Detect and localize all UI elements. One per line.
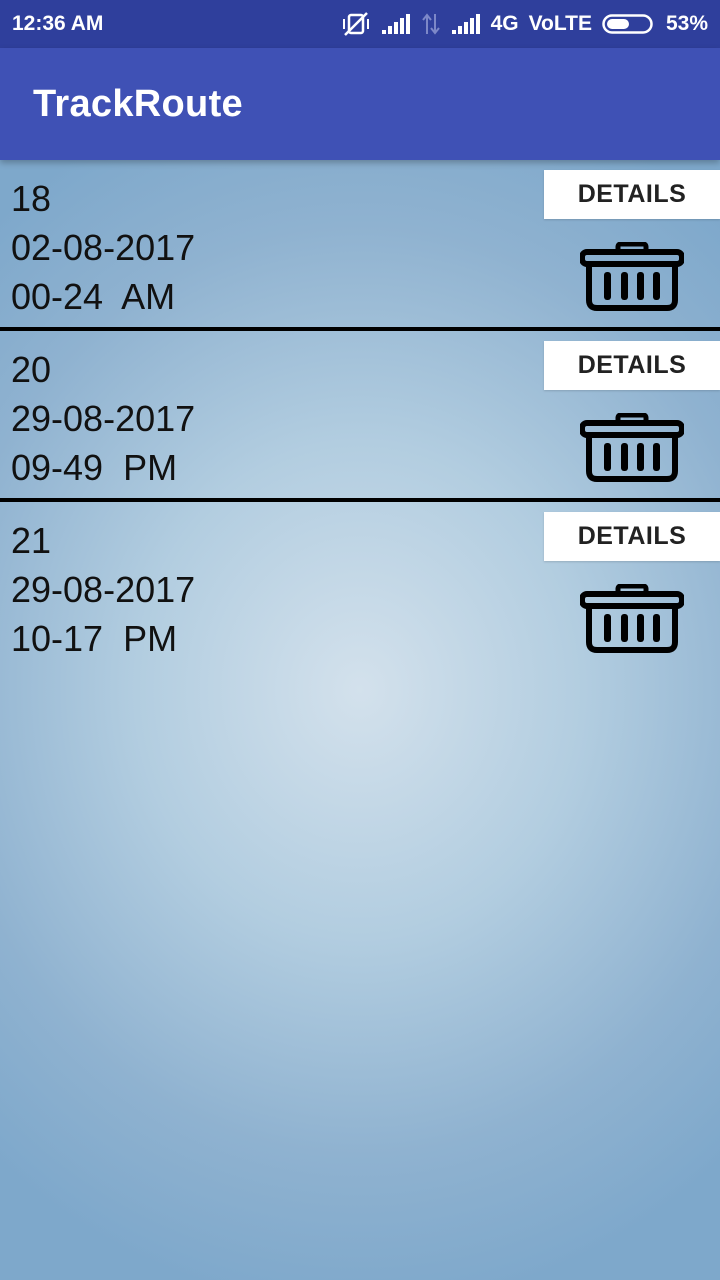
route-time: 10-17 PM [11,618,178,659]
route-date: 29-08-2017 [11,569,196,610]
signal-icon [381,13,411,35]
details-button[interactable]: DETAILS [544,512,720,561]
list-item: 20 29-08-2017 09-49 PM DETAILS [0,331,720,502]
route-time: 00-24 AM [11,276,176,317]
list-item: 21 29-08-2017 10-17 PM DETAILS [0,502,720,673]
trash-icon[interactable] [580,242,684,312]
network-type: 4G [490,12,519,35]
battery-icon [602,12,656,36]
status-bar: 12:36 AM 4G VoLTE 53% [0,0,720,48]
app-bar: TrackRoute [0,48,720,160]
status-time: 12:36 AM [12,12,104,35]
route-info: 20 29-08-2017 09-49 PM [11,345,195,492]
signal-icon-2 [451,13,481,35]
trash-icon[interactable] [580,584,684,654]
battery-percent: 53% [665,12,708,35]
details-button[interactable]: DETAILS [544,341,720,390]
route-id: 20 [11,349,52,390]
status-icons: 4G VoLTE 53% [341,11,708,37]
app-title: TrackRoute [33,82,243,125]
details-button[interactable]: DETAILS [544,170,720,219]
route-info: 18 02-08-2017 00-24 AM [11,174,195,321]
route-date: 02-08-2017 [11,227,196,268]
route-info: 21 29-08-2017 10-17 PM [11,516,195,663]
vibrate-off-icon [341,11,371,37]
route-id: 21 [11,520,52,561]
trash-icon[interactable] [580,413,684,483]
data-arrows-icon [421,13,441,35]
volte-label: VoLTE [528,12,592,35]
list-item: 18 02-08-2017 00-24 AM DETAILS [0,160,720,331]
route-time: 09-49 PM [11,447,178,488]
route-id: 18 [11,178,52,219]
route-date: 29-08-2017 [11,398,196,439]
route-list: 18 02-08-2017 00-24 AM DETAILS 20 29-08-201… [0,160,720,673]
